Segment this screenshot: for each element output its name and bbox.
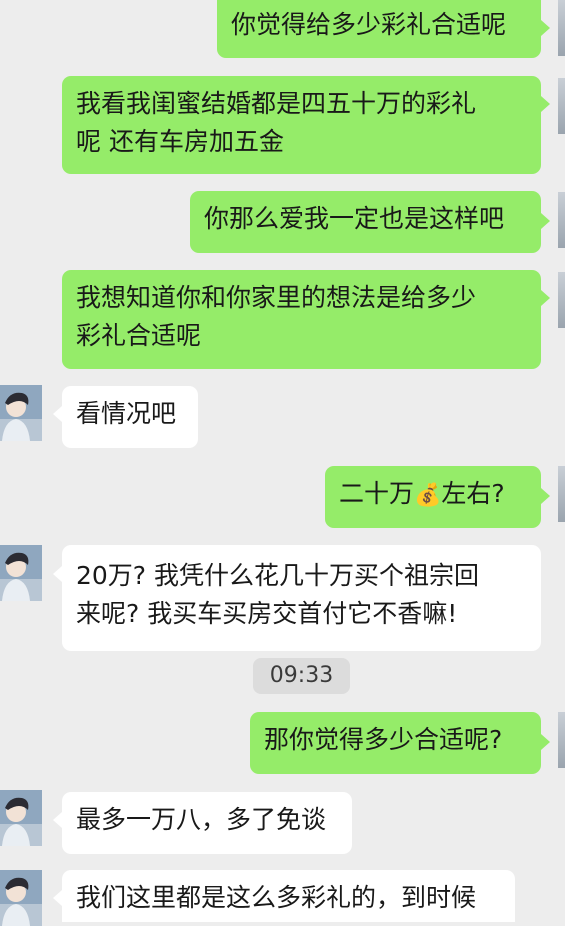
message-text-line: 来呢? 我买车买房交首付它不香嘛!	[76, 599, 458, 628]
message-text-line: 我看我闺蜜结婚都是四五十万的彩礼	[76, 89, 477, 118]
bubble-tail	[53, 406, 62, 422]
sent-message-bubble[interactable]: 你觉得给多少彩礼合适呢	[217, 0, 541, 58]
my-avatar[interactable]	[558, 272, 565, 328]
user-avatar-icon	[0, 545, 42, 601]
sent-message-bubble[interactable]: 我想知道你和你家里的想法是给多少 彩礼合适呢	[62, 270, 541, 369]
message-timestamp: 09:33	[253, 658, 350, 694]
message-text-line: 呢 还有车房加五金	[76, 127, 284, 156]
received-message-bubble[interactable]: 看情况吧	[62, 386, 198, 448]
received-message-bubble[interactable]: 我们这里都是这么多彩礼的，到时候	[62, 870, 515, 922]
my-avatar[interactable]	[558, 0, 565, 56]
contact-avatar[interactable]	[0, 790, 42, 846]
my-avatar[interactable]	[558, 712, 565, 768]
contact-avatar[interactable]	[0, 545, 42, 601]
message-text: 你那么爱我一定也是这样吧	[204, 204, 505, 233]
my-avatar[interactable]	[558, 78, 565, 134]
message-text: 最多一万八，多了免谈	[76, 805, 327, 834]
bubble-tail	[541, 290, 550, 306]
sent-message-bubble[interactable]: 那你觉得多少合适呢?	[250, 712, 541, 774]
user-avatar-icon	[0, 385, 42, 441]
message-text: 左右?	[441, 479, 505, 508]
sent-message-bubble[interactable]: 我看我闺蜜结婚都是四五十万的彩礼 呢 还有车房加五金	[62, 76, 541, 174]
sent-message-bubble[interactable]: 二十万💰左右?	[325, 466, 541, 528]
bubble-tail	[53, 890, 62, 906]
bubble-tail	[541, 213, 550, 229]
bubble-tail	[53, 566, 62, 582]
message-text-line: 20万? 我凭什么花几十万买个祖宗回	[76, 561, 480, 590]
message-text: 看情况吧	[76, 399, 177, 428]
my-avatar[interactable]	[558, 466, 565, 522]
bubble-tail	[541, 96, 550, 112]
bubble-tail	[541, 488, 550, 504]
message-text: 你觉得给多少彩礼合适呢	[231, 10, 507, 39]
contact-avatar[interactable]	[0, 870, 42, 926]
message-text: 二十万	[339, 479, 415, 508]
bubble-tail	[53, 812, 62, 828]
money-bag-emoji-icon: 💰	[414, 483, 442, 508]
received-message-bubble[interactable]: 20万? 我凭什么花几十万买个祖宗回 来呢? 我买车买房交首付它不香嘛!	[62, 545, 541, 651]
my-avatar[interactable]	[558, 192, 565, 248]
received-message-bubble[interactable]: 最多一万八，多了免谈	[62, 792, 352, 854]
bubble-tail	[541, 734, 550, 750]
sent-message-bubble[interactable]: 你那么爱我一定也是这样吧	[190, 191, 541, 253]
contact-avatar[interactable]	[0, 385, 42, 441]
message-text-line: 我想知道你和你家里的想法是给多少	[76, 283, 477, 312]
user-avatar-icon	[0, 870, 42, 926]
message-text: 那你觉得多少合适呢?	[264, 725, 503, 754]
bubble-tail	[541, 20, 550, 36]
user-avatar-icon	[0, 790, 42, 846]
message-text-line: 彩礼合适呢	[76, 321, 202, 350]
message-text: 我们这里都是这么多彩礼的，到时候	[76, 883, 477, 912]
